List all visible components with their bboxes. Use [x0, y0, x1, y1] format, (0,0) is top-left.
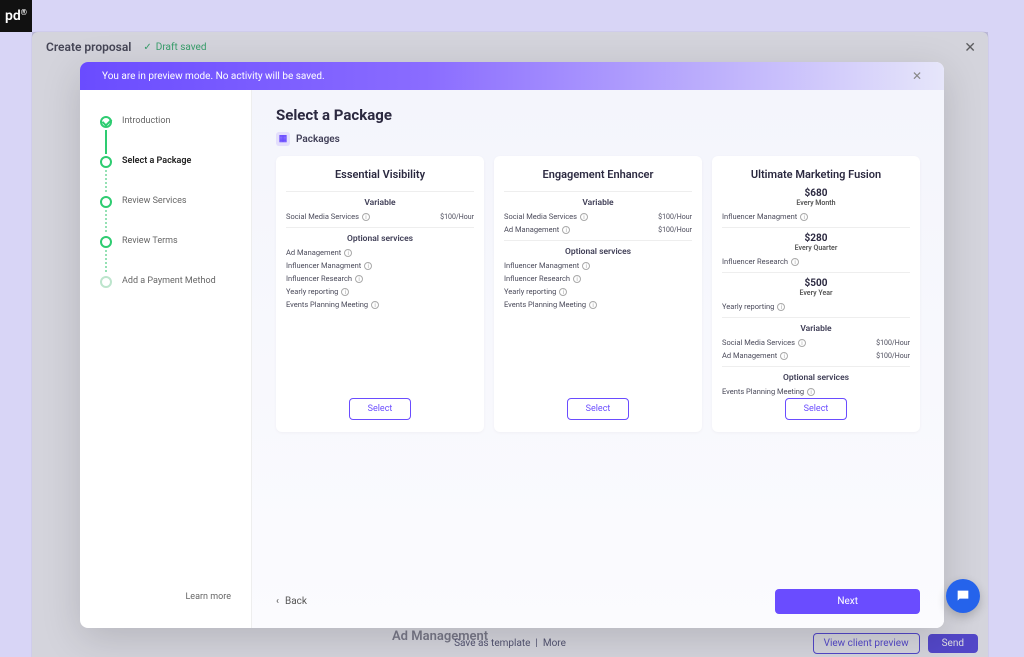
wizard-nav: ‹ Back Next: [276, 575, 920, 614]
circle-icon: [100, 276, 112, 288]
info-icon[interactable]: i: [573, 275, 581, 283]
info-icon[interactable]: i: [341, 288, 349, 296]
check-circle-icon: [100, 116, 112, 128]
learn-more-link[interactable]: Learn more: [100, 592, 231, 602]
info-icon[interactable]: i: [777, 303, 785, 311]
circle-icon: [100, 156, 112, 168]
info-icon[interactable]: i: [362, 213, 370, 221]
preview-mode-banner: You are in preview mode. No activity wil…: [80, 62, 944, 90]
chevron-left-icon: ‹: [276, 596, 279, 607]
select-package-button[interactable]: Select: [349, 398, 412, 420]
info-icon[interactable]: i: [582, 262, 590, 270]
info-icon[interactable]: i: [800, 213, 808, 221]
package-cards: Essential Visibility Variable Social Med…: [276, 156, 920, 432]
step-select-package[interactable]: Select a Package: [100, 156, 231, 168]
info-icon[interactable]: i: [355, 275, 363, 283]
back-button[interactable]: ‹ Back: [276, 596, 307, 607]
chat-icon: [955, 588, 971, 604]
preview-modal: You are in preview mode. No activity wil…: [80, 62, 944, 628]
packages-icon: ▦: [276, 132, 290, 146]
chat-launcher[interactable]: [946, 579, 980, 613]
info-icon[interactable]: i: [589, 301, 597, 309]
info-icon[interactable]: i: [364, 262, 372, 270]
info-icon[interactable]: i: [780, 352, 788, 360]
info-icon[interactable]: i: [791, 258, 799, 266]
info-icon[interactable]: i: [580, 213, 588, 221]
package-ultimate-marketing-fusion: Ultimate Marketing Fusion $680Every Mont…: [712, 156, 920, 432]
close-preview-icon[interactable]: ✕: [912, 69, 922, 83]
step-introduction[interactable]: Introduction: [100, 116, 231, 128]
select-package-button[interactable]: Select: [567, 398, 630, 420]
package-essential-visibility: Essential Visibility Variable Social Med…: [276, 156, 484, 432]
info-icon[interactable]: i: [344, 249, 352, 257]
next-button[interactable]: Next: [775, 589, 920, 614]
content-title: Select a Package: [276, 106, 920, 124]
info-icon[interactable]: i: [798, 339, 806, 347]
step-review-terms[interactable]: Review Terms: [100, 236, 231, 248]
modal-content: Select a Package ▦ Packages Essential Vi…: [252, 90, 944, 628]
info-icon[interactable]: i: [807, 388, 815, 396]
wizard-sidebar: Introduction Select a Package Review Ser…: [80, 90, 252, 628]
brand-logo: pd®: [0, 0, 32, 32]
info-icon[interactable]: i: [371, 301, 379, 309]
step-add-payment[interactable]: Add a Payment Method: [100, 276, 231, 288]
circle-icon: [100, 236, 112, 248]
info-icon[interactable]: i: [559, 288, 567, 296]
circle-icon: [100, 196, 112, 208]
breadcrumb: ▦ Packages: [276, 132, 920, 146]
package-engagement-enhancer: Engagement Enhancer Variable Social Medi…: [494, 156, 702, 432]
select-package-button[interactable]: Select: [785, 398, 848, 420]
step-review-services[interactable]: Review Services: [100, 196, 231, 208]
info-icon[interactable]: i: [562, 226, 570, 234]
